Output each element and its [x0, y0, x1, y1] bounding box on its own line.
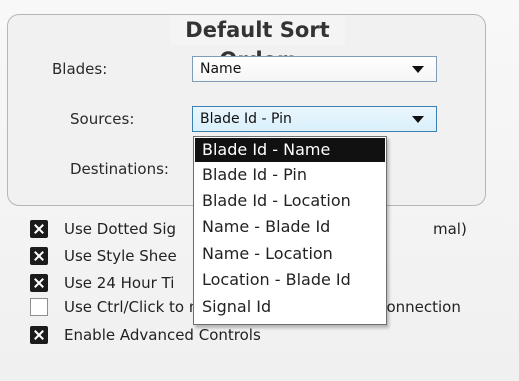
option-label: Use Style Shee — [64, 247, 177, 265]
destinations-label: Destinations: — [70, 160, 169, 178]
dropdown-option[interactable]: Blade Id - Location — [195, 189, 385, 213]
option-row[interactable]: Enable Advanced Controls — [30, 324, 510, 346]
dropdown-option[interactable]: Location - Blade Id — [195, 268, 385, 292]
sources-label: Sources: — [70, 110, 135, 128]
chevron-down-icon — [412, 66, 424, 73]
chevron-down-icon — [412, 116, 424, 123]
blades-combo-value: Name — [200, 61, 242, 77]
option-label: Use 24 Hour Ti — [64, 274, 175, 292]
blades-sort-combo[interactable]: Name — [192, 56, 437, 82]
sources-sort-combo[interactable]: Blade Id - Pin — [192, 106, 437, 132]
checkbox[interactable] — [30, 274, 48, 292]
settings-panel: Default Sort Order: Blades: Name Sources… — [0, 0, 519, 381]
blades-label: Blades: — [52, 60, 108, 78]
checkbox[interactable] — [30, 220, 48, 238]
checkbox[interactable] — [30, 247, 48, 265]
group-title: Default Sort Order: — [170, 15, 345, 72]
option-label: Enable Advanced Controls — [64, 326, 261, 344]
dropdown-option[interactable]: Name - Blade Id — [195, 215, 385, 239]
dropdown-option[interactable]: Signal Id — [195, 295, 385, 319]
option-label: Use Dotted Sig — [64, 220, 177, 238]
checkbox[interactable] — [30, 298, 48, 316]
dropdown-option[interactable]: Name - Location — [195, 242, 385, 266]
sources-combo-value: Blade Id - Pin — [200, 111, 292, 127]
sources-dropdown-list[interactable]: Blade Id - Name Blade Id - Pin Blade Id … — [193, 136, 387, 325]
dropdown-option[interactable]: Blade Id - Pin — [195, 163, 385, 187]
checkbox[interactable] — [30, 326, 48, 344]
dropdown-option[interactable]: Blade Id - Name — [195, 138, 385, 162]
option-label-tail: mal) — [433, 220, 467, 238]
